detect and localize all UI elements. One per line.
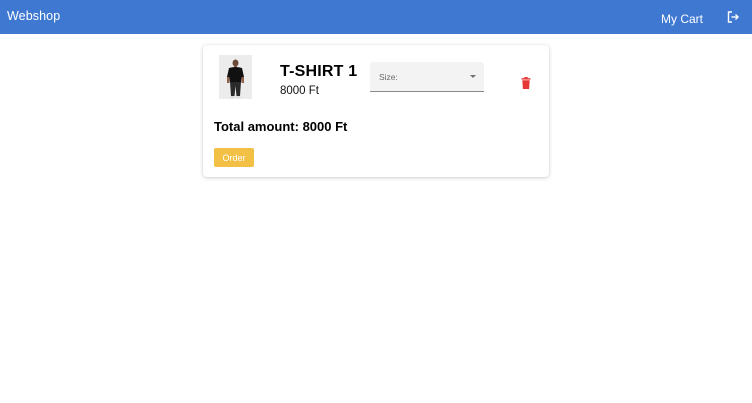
size-select[interactable]: Size: bbox=[370, 62, 484, 92]
logout-icon[interactable] bbox=[726, 10, 740, 24]
my-cart-link[interactable]: My Cart bbox=[661, 12, 703, 26]
product-image bbox=[219, 55, 252, 99]
cart-card: T-SHIRT 1 8000 Ft Size: Total amount: 80… bbox=[203, 45, 549, 177]
size-select-label: Size: bbox=[379, 72, 398, 82]
brand-title[interactable]: Webshop bbox=[7, 9, 60, 23]
order-button[interactable]: Order bbox=[214, 148, 254, 167]
app-header: Webshop My Cart bbox=[0, 0, 752, 34]
total-amount: Total amount: 8000 Ft bbox=[214, 119, 348, 134]
trash-icon[interactable] bbox=[521, 76, 531, 89]
chevron-down-icon bbox=[470, 75, 476, 78]
product-price: 8000 Ft bbox=[280, 85, 319, 97]
product-name: T-SHIRT 1 bbox=[280, 63, 358, 80]
